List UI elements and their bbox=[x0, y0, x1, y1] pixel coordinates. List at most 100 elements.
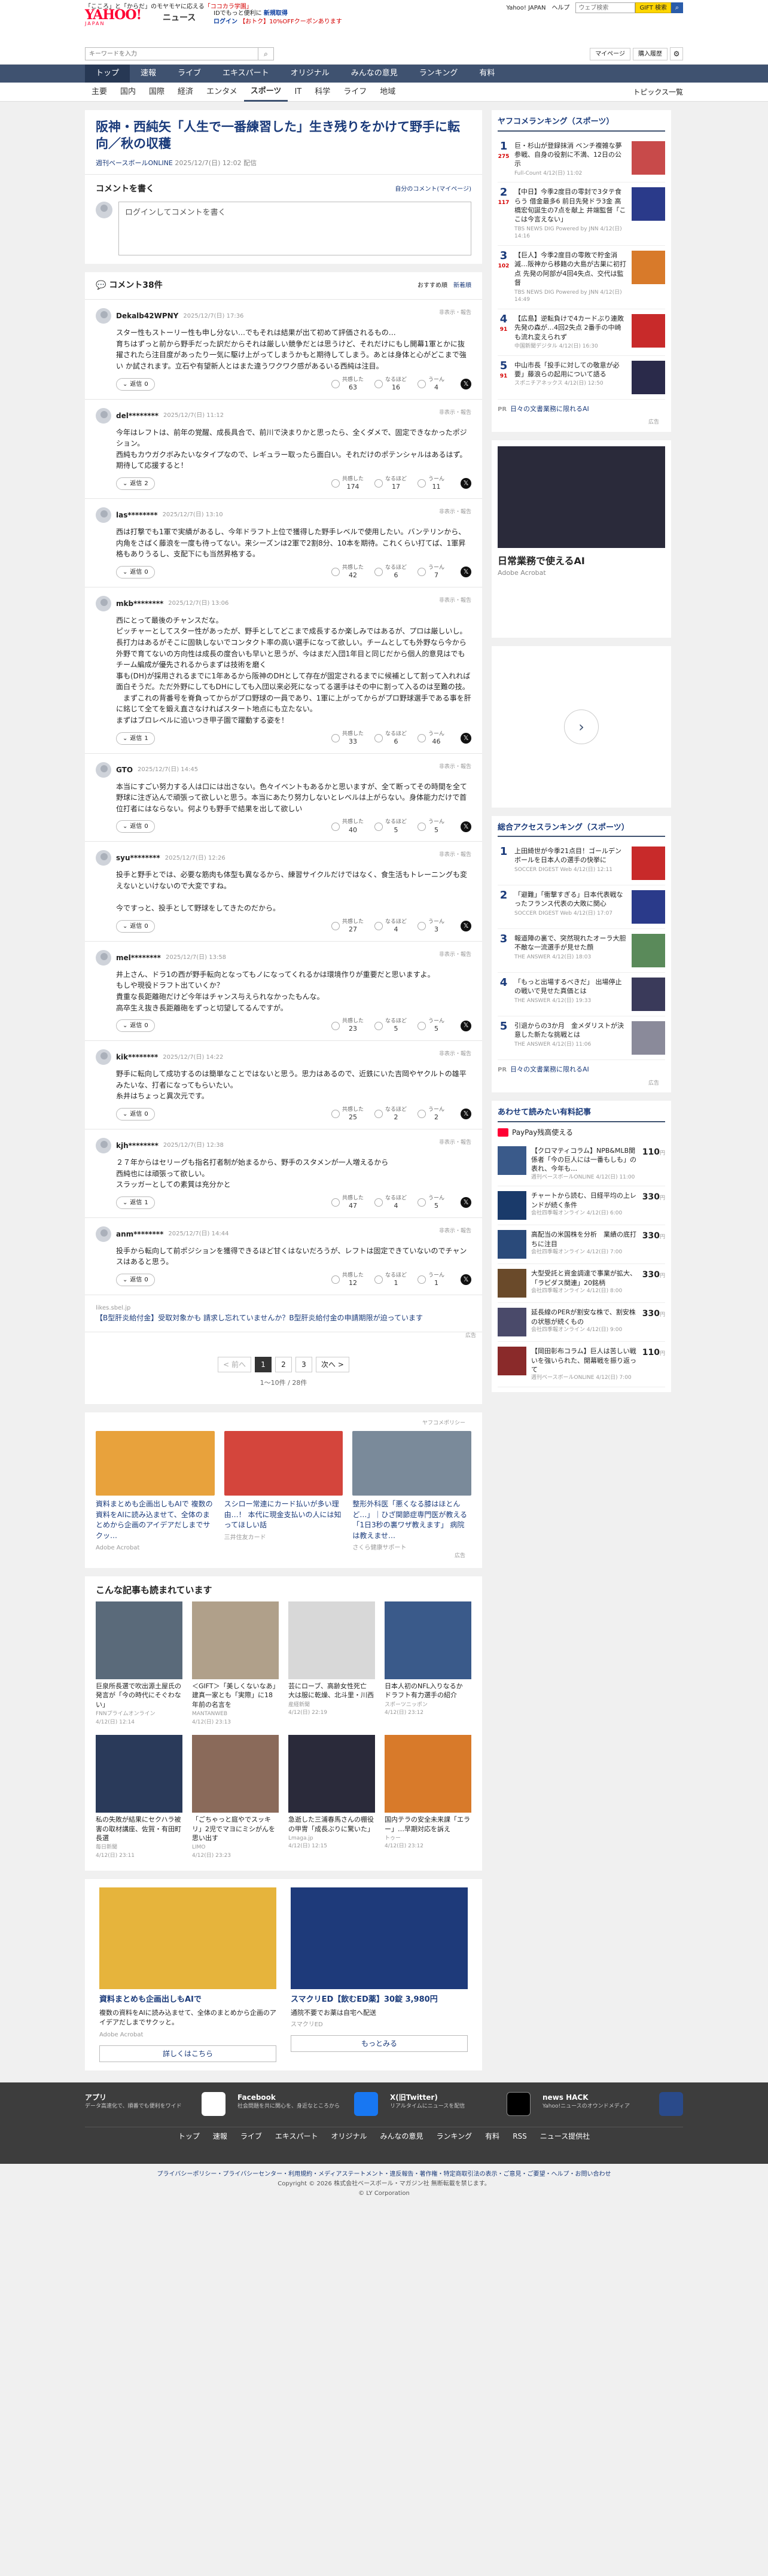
footer-nav-item[interactable]: ランキング bbox=[437, 2131, 473, 2142]
comment-user[interactable]: las******** bbox=[116, 510, 158, 520]
sponsored-comment[interactable]: likes.sbel.jp 【B型肝炎給付金】受取対象かも 請求し忘れていません… bbox=[85, 1295, 482, 1332]
avatar[interactable] bbox=[96, 850, 111, 866]
footer-nav-item[interactable]: 有料 bbox=[485, 2131, 499, 2142]
news-search-input[interactable] bbox=[85, 47, 258, 60]
empathy-button[interactable]: 共感した 27 bbox=[331, 919, 364, 934]
nav-original[interactable]: オリジナル bbox=[280, 65, 340, 83]
report-link[interactable]: 非表示・報告 bbox=[439, 508, 471, 517]
gift-search-button[interactable]: GIFT 検索 bbox=[635, 2, 671, 13]
policy-link[interactable]: ヤフコメポリシー bbox=[96, 1420, 471, 1428]
footer-x[interactable]: X(旧Twitter) リアルタイムにニュースを配信 bbox=[390, 2091, 531, 2116]
report-link[interactable]: 非表示・報告 bbox=[439, 1051, 471, 1059]
report-link[interactable]: 非表示・報告 bbox=[439, 1228, 471, 1236]
avatar[interactable] bbox=[96, 1049, 111, 1065]
x-share-icon[interactable]: 𝕏 bbox=[461, 1197, 471, 1208]
hmm-button[interactable]: うーん 5 bbox=[417, 1018, 450, 1033]
yahoo-top-link[interactable]: Yahoo! JAPAN bbox=[506, 4, 545, 13]
more-button[interactable]: 詳しくはこちら bbox=[99, 2045, 276, 2062]
nav-top[interactable]: トップ bbox=[85, 65, 130, 83]
access-item[interactable]: 4 「もっと出場するべきだ」 出場停止の戦いで見せた真価とは THE ANSWER … bbox=[498, 973, 665, 1017]
pr-link[interactable]: PR 日々の文書業務に限れるAI bbox=[498, 400, 665, 419]
recommended-item[interactable]: 急逝した三浦春馬さんの棚役の甲冑「成長ぶりに驚いた」 Lmaga.jp 4/12(日… bbox=[288, 1735, 375, 1860]
x-share-icon[interactable]: 𝕏 bbox=[461, 821, 471, 832]
footer-facebook[interactable]: Facebook 社会問題を共に関心を、身近なところから bbox=[237, 2091, 378, 2116]
empathy-button[interactable]: 共感した 40 bbox=[331, 819, 364, 834]
reply-button[interactable]: ⌄ 返信 2 bbox=[116, 477, 155, 490]
access-item[interactable]: 3 報道陣の裏で、突然現れたオーラ大胆不敵な一流選手が見せた顔 THE ANSWER… bbox=[498, 929, 665, 973]
help-link[interactable]: ヘルプ bbox=[551, 4, 569, 13]
x-share-icon[interactable]: 𝕏 bbox=[461, 478, 471, 489]
gear-icon[interactable]: ⚙ bbox=[670, 47, 683, 60]
ranking-item[interactable]: 3 102 【巨人】今季2度目の零敗で貯金消滅…阪神から移籍の大島が古巣に初打点 先… bbox=[498, 246, 665, 309]
paid-item[interactable]: 高配当の米国株を分析 業績の底打ちに注目 会社四季報オンライン 4/12(日) 7… bbox=[498, 1225, 665, 1265]
x-share-icon[interactable]: 𝕏 bbox=[461, 921, 471, 932]
article-title[interactable]: 阪神・西純矢「人生で一番練習した」生き残りをかけて野手に転向／秋の収穫 bbox=[96, 118, 471, 153]
access-item[interactable]: 1 上田綺世が今季21点目！ゴールデンボールを日本人の選手の快挙に SOCCER D… bbox=[498, 842, 665, 886]
comment-user[interactable]: syu******** bbox=[116, 852, 160, 863]
empathy-button[interactable]: 共感した 23 bbox=[331, 1018, 364, 1033]
search-icon[interactable]: ⌕ bbox=[258, 47, 274, 60]
more-button[interactable]: もっとみる bbox=[291, 2035, 468, 2053]
empathy-button[interactable]: 共感した 174 bbox=[331, 476, 364, 491]
paid-item[interactable]: 大型受託と資金調達で事業が拡大、「ラピダス関連」20銘柄 会社四季報オンライン 4… bbox=[498, 1264, 665, 1304]
footer-nav-item[interactable]: みんなの意見 bbox=[380, 2131, 423, 2142]
footer-app[interactable]: アプリ データ高速化で、順番でも便利をワイド bbox=[85, 2091, 225, 2116]
recommended-item[interactable]: 日本人初のNFL入りなるか ドラフト有力選手の紹介 スポーツニッポン 4/12(日)… bbox=[385, 1601, 471, 1727]
cat-domestic[interactable]: 国内 bbox=[114, 83, 142, 102]
hmm-button[interactable]: うーん 4 bbox=[417, 377, 450, 392]
comment-user[interactable]: GTO bbox=[116, 765, 133, 775]
report-link[interactable]: 非表示・報告 bbox=[439, 597, 471, 605]
cat-entertainment[interactable]: エンタメ bbox=[200, 83, 244, 102]
sidebar-ad[interactable]: 日常業務で使えるAI Adobe Acrobat bbox=[492, 440, 671, 638]
avatar[interactable] bbox=[96, 308, 111, 324]
ad-card[interactable]: 整形外科医「悪くなる膝はほとんど…」｜ひざ関節症専門医が教える「1日3秒の裏ワザ… bbox=[352, 1431, 472, 1552]
prev-page-button[interactable]: < 前へ bbox=[218, 1357, 251, 1373]
x-share-icon[interactable]: 𝕏 bbox=[461, 379, 471, 390]
empathy-button[interactable]: 共感した 47 bbox=[331, 1195, 364, 1210]
paid-item[interactable]: 【クロマティコラム】NPB&MLB関係者「今の巨人には一番もしも」の表れ、今年も… bbox=[498, 1141, 665, 1187]
reply-button[interactable]: ⌄ 返信 0 bbox=[116, 1019, 155, 1033]
paid-item[interactable]: チャートから読む、日経平均の上レンドが続く条件 会社四季報オンライン 4/12(日… bbox=[498, 1186, 665, 1226]
comment-user[interactable]: mkb******** bbox=[116, 598, 163, 609]
service-name[interactable]: ニュース bbox=[163, 12, 196, 25]
avatar[interactable] bbox=[96, 762, 111, 778]
report-link[interactable]: 非表示・報告 bbox=[439, 309, 471, 318]
report-link[interactable]: 非表示・報告 bbox=[439, 1139, 471, 1147]
paid-item[interactable]: 延長線のPERが割安な株で、割安株の状態が続くもの 会社四季報オンライン 4/12… bbox=[498, 1303, 665, 1342]
access-item[interactable]: 5 引退からの3か月 金メダリストが決意した新たな挑戦とは THE ANSWER 4… bbox=[498, 1016, 665, 1061]
hmm-button[interactable]: うーん 11 bbox=[417, 476, 450, 491]
footer-nav-item[interactable]: 速報 bbox=[213, 2131, 227, 2142]
recommended-item[interactable]: 巨泉所長選で吹出源土屋氏の発言が「今の時代にそぐわない」 FNNプライムオンライン… bbox=[96, 1601, 182, 1727]
nav-ranking[interactable]: ランキング bbox=[409, 65, 469, 83]
cat-life[interactable]: ライフ bbox=[337, 83, 373, 102]
reply-button[interactable]: ⌄ 返信 0 bbox=[116, 919, 155, 933]
yahoo-logo[interactable]: YAHOO! JAPAN bbox=[85, 8, 142, 26]
insight-button[interactable]: なるほど 1 bbox=[374, 1272, 407, 1287]
mypage-link[interactable]: マイページ bbox=[590, 47, 630, 60]
x-share-icon[interactable]: 𝕏 bbox=[461, 1274, 471, 1286]
x-share-icon[interactable]: 𝕏 bbox=[461, 1020, 471, 1031]
hmm-button[interactable]: うーん 46 bbox=[417, 731, 450, 746]
recommended-item[interactable]: 芸にローブ、高齢女性死亡 大は服に乾燥、北斗里・川西 産経新聞 4/12(日) 22… bbox=[288, 1601, 375, 1727]
footer-nav-item[interactable]: ニュース提供社 bbox=[540, 2131, 590, 2142]
insight-button[interactable]: なるほど 4 bbox=[374, 1195, 407, 1210]
empathy-button[interactable]: 共感した 25 bbox=[331, 1107, 364, 1122]
comment-user[interactable]: kjh******** bbox=[116, 1140, 159, 1151]
hmm-button[interactable]: うーん 7 bbox=[417, 565, 450, 580]
chevron-right-icon[interactable]: › bbox=[564, 709, 599, 744]
recommended-item[interactable]: 私の失敗が結果にセクハラ被害の取材講座、佐賀・有田町長選 毎日新聞 4/12(日) … bbox=[96, 1735, 182, 1860]
paid-item[interactable]: 【岡田彰布コラム】巨人は苦しい戦いを強いられた、開幕戦を振り返って 週刊ベースボー… bbox=[498, 1342, 665, 1388]
purchase-history-link[interactable]: 購入履歴 bbox=[633, 47, 668, 60]
article-source[interactable]: 週刊ベースボールONLINE bbox=[96, 159, 173, 167]
footer-nav-item[interactable]: RSS bbox=[513, 2131, 527, 2142]
insight-button[interactable]: なるほど 4 bbox=[374, 919, 407, 934]
ad-card[interactable]: 資料まとめも企画出しもAIで 複数の資料をAIに読み込ませて、全体のまとめから企… bbox=[96, 1431, 215, 1552]
footer-nav-item[interactable]: オリジナル bbox=[331, 2131, 367, 2142]
insight-button[interactable]: なるほど 5 bbox=[374, 1018, 407, 1033]
avatar[interactable] bbox=[96, 595, 111, 611]
reply-button[interactable]: ⌄ 返信 0 bbox=[116, 1273, 155, 1286]
ranking-item[interactable]: 4 91 【広島】逆転負けで4カードぶり連敗 先発の森が…4回2失点 2番手の中崎も… bbox=[498, 309, 665, 356]
insight-button[interactable]: なるほど 17 bbox=[374, 476, 407, 491]
empathy-button[interactable]: 共感した 63 bbox=[331, 377, 364, 392]
avatar[interactable] bbox=[96, 1226, 111, 1242]
